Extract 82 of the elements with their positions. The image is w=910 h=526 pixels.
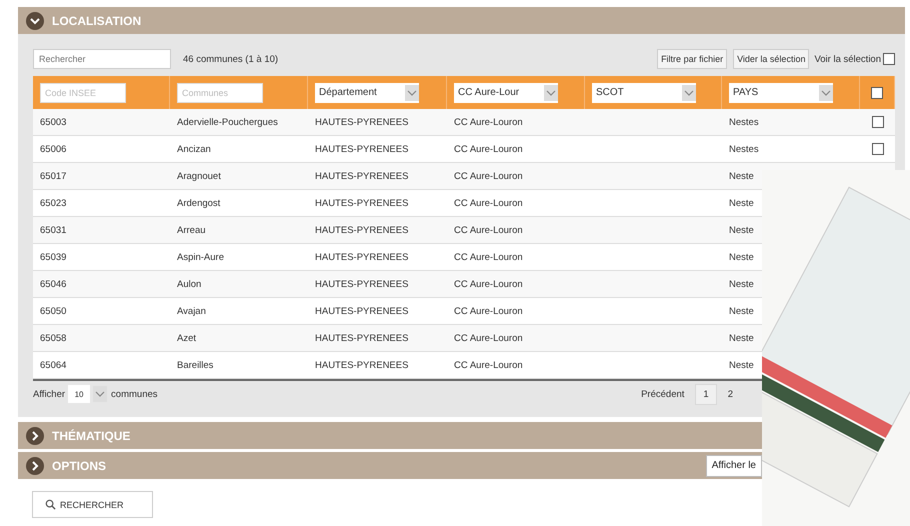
- caret-icon[interactable]: [682, 84, 696, 100]
- table-cell-text: CC Aure-Louron: [453, 116, 524, 130]
- table-cell-text: Neste: [728, 250, 755, 264]
- chevron-right-icon[interactable]: [26, 426, 44, 444]
- filter-field[interactable]: Code INSEE: [40, 82, 126, 102]
- search-button[interactable]: RECHERCHER: [32, 491, 153, 518]
- table-cell-text: Neste: [728, 332, 755, 346]
- page-size-dropdown[interactable]: 10: [68, 385, 90, 403]
- toolbar-button[interactable]: Vider la sélection: [733, 49, 810, 69]
- table-cell-text: Bareilles: [176, 358, 214, 372]
- table-cell-text: CC Aure-Louron: [453, 170, 524, 184]
- filter-field[interactable]: Communes: [177, 82, 263, 102]
- table-cell-text: CC Aure-Louron: [453, 250, 524, 264]
- checkbox[interactable]: [883, 53, 895, 65]
- table-cell-text: 65023: [39, 196, 68, 210]
- chevron-right-icon[interactable]: [26, 456, 44, 474]
- caret-icon[interactable]: [544, 84, 558, 100]
- table-cell-text: 65031: [39, 224, 68, 238]
- table-cell-text: Ardengost: [176, 196, 222, 210]
- checkbox[interactable]: [872, 116, 884, 128]
- table-cell-text: 65050: [39, 304, 68, 318]
- table-cell-text: HAUTES-PYRENEES: [314, 142, 410, 156]
- table-cell-text: Neste: [728, 224, 755, 238]
- table-cell-text: HAUTES-PYRENEES: [314, 170, 410, 184]
- table-cell-text: Aragnouet: [176, 170, 222, 184]
- filter-dropdown[interactable]: PAYS: [729, 82, 833, 102]
- previous-link[interactable]: Précédent: [634, 384, 692, 404]
- table-cell-text: Neste: [728, 196, 755, 210]
- chevron-down-icon[interactable]: [26, 12, 44, 30]
- caret-icon[interactable]: [93, 386, 108, 402]
- table-cell-text: Nestes: [728, 116, 760, 130]
- filter-dropdown[interactable]: CC Aure-Lour: [454, 82, 558, 102]
- toolbar-button[interactable]: Filtre par fichier: [657, 49, 728, 69]
- table-cell-text: Aulon: [176, 278, 202, 292]
- table-cell-text: Ancizan: [176, 142, 212, 156]
- filter-dropdown[interactable]: Département: [315, 82, 419, 102]
- table-cell-text: 65017: [39, 170, 68, 184]
- table-cell-text: CC Aure-Louron: [453, 332, 524, 346]
- table-cell-text: 65058: [39, 332, 68, 346]
- search-field[interactable]: Rechercher: [33, 49, 171, 69]
- checkbox[interactable]: [872, 143, 884, 155]
- table-cell-text: 65003: [39, 116, 68, 130]
- table-cell-text: HAUTES-PYRENEES: [314, 116, 410, 130]
- show-selection-label: Voir la sélection: [814, 54, 881, 64]
- page-size-label: communes: [111, 388, 158, 400]
- filter-dropdown[interactable]: SCOT: [592, 82, 696, 102]
- table-cell-text: Neste: [728, 358, 755, 372]
- table-cell-text: CC Aure-Louron: [453, 142, 524, 156]
- table-cell-text: 65064: [39, 358, 68, 372]
- table-cell-text: HAUTES-PYRENEES: [314, 224, 410, 238]
- table-cell-text: CC Aure-Louron: [453, 304, 524, 318]
- table-cell-text: CC Aure-Louron: [453, 358, 524, 372]
- table-cell-text: HAUTES-PYRENEES: [314, 358, 410, 372]
- table-cell-text: Arreau: [176, 224, 207, 238]
- table-cell-text: 65046: [39, 278, 68, 292]
- table-cell-text: Azet: [176, 332, 198, 346]
- table-cell-text: Nestes: [728, 142, 760, 156]
- page-size-label: Afficher: [33, 388, 66, 400]
- result-count: 46 communes (1 à 10): [183, 54, 280, 64]
- table-cell-text: Adervielle-Pouchergues: [176, 116, 279, 130]
- show-button[interactable]: Afficher le: [706, 454, 762, 476]
- table-cell-text: Neste: [728, 278, 755, 292]
- table-cell-text: CC Aure-Louron: [453, 196, 524, 210]
- table-cell-text: Avajan: [176, 304, 207, 318]
- page-link[interactable]: 1: [695, 384, 717, 404]
- page-link[interactable]: 2: [720, 384, 740, 404]
- table-cell-text: HAUTES-PYRENEES: [314, 304, 410, 318]
- table-cell-text: HAUTES-PYRENEES: [314, 332, 410, 346]
- caret-icon[interactable]: [405, 84, 419, 100]
- search-icon: [45, 499, 56, 510]
- table-cell-text: HAUTES-PYRENEES: [314, 196, 410, 210]
- caret-icon[interactable]: [819, 84, 833, 100]
- table-cell-text: 65006: [39, 142, 68, 156]
- table-cell-text: CC Aure-Louron: [453, 224, 524, 238]
- table-cell-text: HAUTES-PYRENEES: [314, 250, 410, 264]
- table-cell-text: Aspin-Aure: [176, 250, 225, 264]
- table-cell-text: Neste: [728, 170, 755, 184]
- table-cell-text: CC Aure-Louron: [453, 278, 524, 292]
- table-cell-text: Neste: [728, 304, 755, 318]
- table-cell-text: 65039: [39, 250, 68, 264]
- checkbox[interactable]: [871, 86, 883, 98]
- table-cell-text: HAUTES-PYRENEES: [314, 278, 410, 292]
